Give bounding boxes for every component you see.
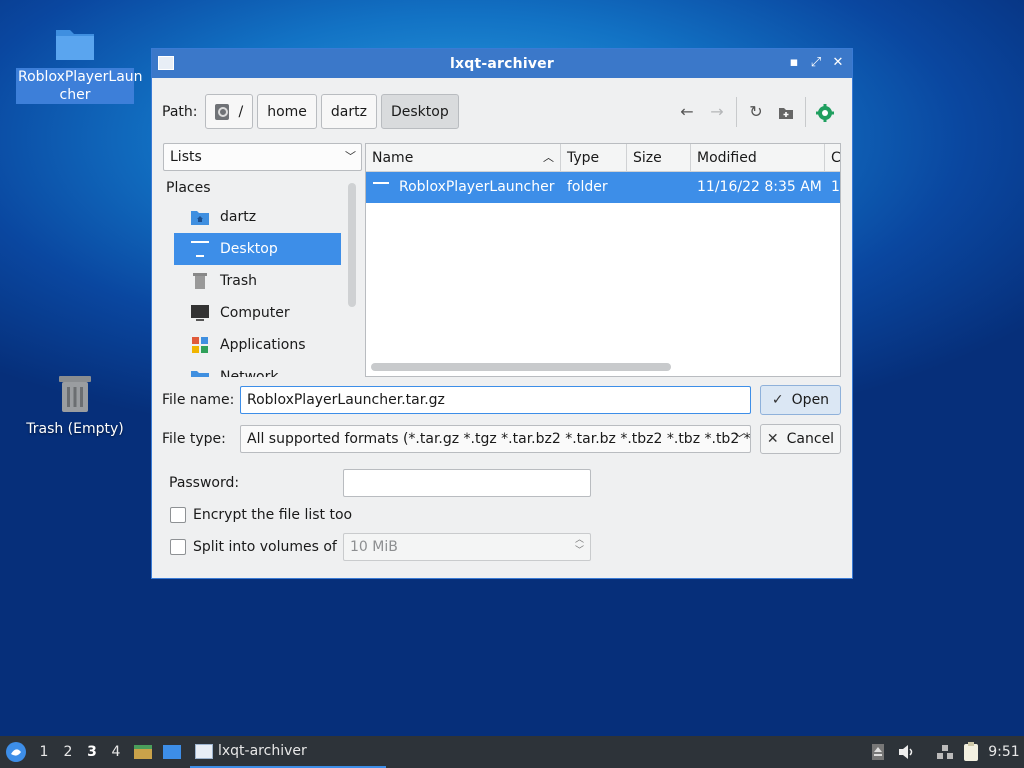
workspace-2[interactable]: 2 xyxy=(56,736,80,768)
checkmark-icon: ✓ xyxy=(771,392,784,408)
split-label: Split into volumes of xyxy=(193,539,337,555)
table-row[interactable]: RobloxPlayerLauncher folder 11/16/22 8:3… xyxy=(366,172,840,203)
sidebar-item-desktop[interactable]: Desktop xyxy=(174,233,341,265)
file-list-hscrollbar[interactable] xyxy=(371,363,671,371)
file-list: Name ︿ Type Size Modified C RobloxPlayer… xyxy=(365,143,841,377)
breadcrumb-dartz[interactable]: dartz xyxy=(320,94,377,129)
column-c[interactable]: C xyxy=(825,144,840,171)
column-modified[interactable]: Modified xyxy=(691,144,825,171)
column-size[interactable]: Size xyxy=(627,144,691,171)
archiver-dialog: lxqt-archiver ▪ ⤢ ✕ Path: / home dartz D… xyxy=(151,48,853,579)
window-icon xyxy=(158,56,174,70)
forward-icon[interactable]: → xyxy=(702,98,732,126)
breadcrumb-root[interactable]: / xyxy=(205,94,254,129)
breadcrumb-home[interactable]: home xyxy=(257,94,317,129)
reload-icon[interactable]: ↻ xyxy=(741,98,771,126)
trash-icon xyxy=(59,376,91,412)
column-type[interactable]: Type xyxy=(561,144,627,171)
home-folder-icon xyxy=(191,211,209,225)
places-header: Places xyxy=(166,180,211,196)
password-input[interactable] xyxy=(343,469,591,497)
folder-icon xyxy=(373,181,389,184)
password-label: Password: xyxy=(169,475,240,491)
desktop-icon xyxy=(191,241,209,257)
file-list-header: Name ︿ Type Size Modified C xyxy=(366,144,840,172)
workspace-4[interactable]: 4 xyxy=(104,736,128,768)
network-icon[interactable] xyxy=(934,736,956,768)
lxqt-logo-icon xyxy=(6,742,26,762)
column-name[interactable]: Name ︿ xyxy=(366,144,561,171)
nav-toolbar: ← → ↻ xyxy=(672,97,840,127)
minimize-button[interactable]: ▪ xyxy=(786,54,802,72)
new-folder-icon[interactable] xyxy=(771,98,801,126)
tray-eject-icon[interactable] xyxy=(868,736,888,768)
sidebar-item-network[interactable]: Network xyxy=(174,361,341,377)
network-folder-icon xyxy=(191,371,209,377)
chevron-down-icon: ﹀ xyxy=(734,432,745,445)
maximize-button[interactable]: ⤢ xyxy=(808,54,824,72)
file-type-label: File type: xyxy=(162,431,226,447)
desktop-icon-trash[interactable]: Trash (Empty) xyxy=(16,372,134,438)
toolbar-separator xyxy=(805,97,806,127)
options-gear-icon[interactable] xyxy=(810,98,840,126)
file-name-input[interactable]: RobloxPlayerLauncher.tar.gz xyxy=(240,386,751,414)
volume-size-stepper[interactable]: 10 MiB ︿ ﹀ xyxy=(343,533,591,561)
breadcrumb-desktop[interactable]: Desktop xyxy=(380,94,459,129)
sidebar-item-applications[interactable]: Applications xyxy=(174,329,341,361)
taskbar: 1 2 3 4 lxqt-archiver 9:51 xyxy=(0,736,1024,768)
places-scrollbar[interactable] xyxy=(348,183,356,307)
desktop-icon-label: Trash (Empty) xyxy=(26,421,124,437)
sidebar-item-dartz[interactable]: dartz xyxy=(174,201,341,233)
sort-ascending-icon: ︿ xyxy=(543,151,554,164)
encrypt-label: Encrypt the file list too xyxy=(193,507,353,523)
desktop-icon-label: RobloxPlayerLaun cher xyxy=(16,68,143,104)
main-menu-button[interactable] xyxy=(0,736,32,768)
close-icon: ✕ xyxy=(766,431,779,447)
title-bar[interactable]: lxqt-archiver ▪ ⤢ ✕ xyxy=(152,49,852,78)
window-title: lxqt-archiver xyxy=(450,55,554,72)
path-label: Path: xyxy=(162,103,198,120)
file-manager-launcher-icon[interactable] xyxy=(128,736,158,768)
sidebar-item-trash[interactable]: Trash xyxy=(174,265,341,297)
trash-icon xyxy=(193,273,207,289)
places-panel: Places dartz Desktop Trash Computer Appl… xyxy=(163,177,353,377)
split-checkbox[interactable] xyxy=(170,539,186,555)
close-button[interactable]: ✕ xyxy=(830,54,846,72)
workspace-3[interactable]: 3 xyxy=(80,736,104,768)
clipboard-icon[interactable] xyxy=(960,736,982,768)
show-desktop-icon[interactable] xyxy=(158,736,186,768)
desktop-icon-roblox-folder[interactable]: RobloxPlayerLaun cher xyxy=(16,24,143,104)
file-name-label: File name: xyxy=(162,392,235,408)
path-bar: Path: / home dartz Desktop xyxy=(162,94,463,129)
volume-icon[interactable] xyxy=(896,736,918,768)
sidebar-mode-select[interactable]: Lists ﹀ xyxy=(163,143,362,171)
open-button[interactable]: ✓ Open xyxy=(760,385,841,415)
back-icon[interactable]: ← xyxy=(672,98,702,126)
clock[interactable]: 9:51 xyxy=(986,736,1022,768)
drive-icon xyxy=(215,103,230,120)
window-icon xyxy=(195,743,213,759)
cancel-button[interactable]: ✕ Cancel xyxy=(760,424,841,454)
applications-icon xyxy=(192,337,208,353)
encrypt-checkbox[interactable] xyxy=(170,507,186,523)
folder-icon xyxy=(56,30,94,60)
workspace-1[interactable]: 1 xyxy=(32,736,56,768)
sidebar-item-computer[interactable]: Computer xyxy=(174,297,341,329)
taskbar-task-lxqt-archiver[interactable]: lxqt-archiver xyxy=(190,736,386,768)
computer-icon xyxy=(191,305,209,321)
file-type-select[interactable]: All supported formats (*.tar.gz *.tgz *.… xyxy=(240,425,751,453)
stepper-arrows-icon: ︿ ﹀ xyxy=(574,535,584,556)
chevron-down-icon: ﹀ xyxy=(345,150,356,163)
toolbar-separator xyxy=(736,97,737,127)
